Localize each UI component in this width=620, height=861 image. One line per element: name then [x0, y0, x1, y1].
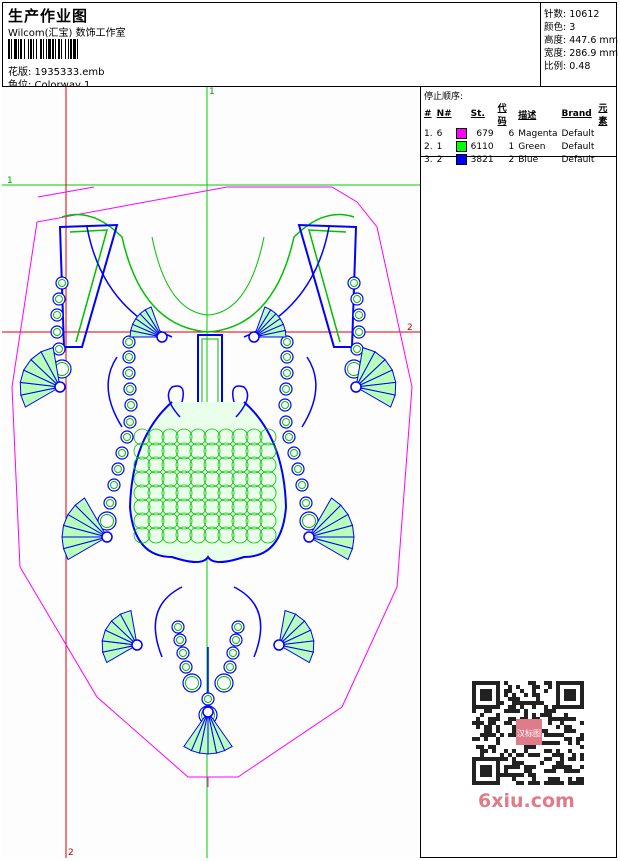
col-header: # — [424, 109, 432, 119]
col-header: 描述 — [518, 110, 537, 121]
col-header: St. — [470, 109, 485, 119]
design-canvas[interactable]: 1 1 2 2 — [2, 87, 421, 858]
embroidery-drawing: 1 1 2 2 — [2, 87, 420, 858]
guide-label: 1 — [209, 87, 215, 97]
stat-stitches: 针数: 10612 — [544, 9, 600, 20]
watermark-text: 6xiu.com — [478, 790, 575, 812]
element-cell — [596, 140, 617, 153]
stitch-count: 6110 — [470, 141, 494, 152]
color-swatch — [455, 154, 467, 165]
thread-brand: Default — [561, 141, 595, 152]
barcode — [8, 39, 138, 59]
thread-brand: Default — [561, 154, 595, 165]
color-description: Magenta — [518, 128, 558, 139]
qr-code: 汉标图 — [472, 681, 586, 785]
page-title: 生产作业图 — [8, 7, 89, 25]
needle-number: 2 — [436, 154, 443, 165]
element-cell — [596, 153, 617, 166]
stat-width: 宽度: 286.9 mm — [544, 48, 618, 59]
needle-number: 1 — [436, 141, 443, 152]
neckline-inner — [151, 236, 265, 316]
guide-label: 1 — [7, 176, 13, 186]
stop-sequence-table: # N# St. 代码 描述 Brand 元素 1. 6 679 6 Magen… — [422, 101, 617, 166]
stats-panel: 针数: 10612 颜色: 3 高度: 447.6 mm 宽度: 286.9 m… — [541, 2, 618, 87]
studio-name: Wilcom(汇宝) 数饰工作室 — [8, 28, 126, 39]
row-number: 1. — [424, 128, 433, 139]
color-code: 6 — [508, 128, 515, 139]
color-code: 1 — [508, 141, 515, 152]
swatch-header — [454, 101, 469, 127]
col-header: Brand — [561, 109, 592, 119]
stitch-count: 3821 — [470, 154, 494, 165]
guide-label: 2 — [68, 848, 74, 858]
guide-label: 2 — [407, 323, 413, 333]
header-panel: 生产作业图 Wilcom(汇宝) 数饰工作室 花版: 1935333.emb 色… — [2, 2, 541, 91]
color-swatch — [455, 141, 467, 152]
table-row: 3. 2 3821 2 Blue Default — [422, 153, 617, 166]
col-header: 代码 — [497, 104, 507, 127]
central-panel — [128, 401, 288, 563]
stat-colors: 颜色: 3 — [544, 22, 576, 33]
element-cell — [596, 127, 617, 140]
stop-sequence-panel: 停止顺序: # N# St. 代码 描述 Brand 元素 1. 6 679 6… — [421, 87, 617, 165]
thread-brand: Default — [561, 128, 595, 139]
row-number: 3. — [424, 154, 433, 165]
color-code: 2 — [508, 154, 515, 165]
stat-height: 高度: 447.6 mm — [544, 35, 618, 46]
lower-scrolls — [154, 586, 262, 658]
right-band-outline — [297, 223, 358, 348]
left-band-outline — [58, 223, 119, 348]
stitch-count: 679 — [476, 128, 494, 139]
col-header: N# — [436, 109, 452, 119]
color-description: Green — [518, 141, 546, 152]
col-header: 元素 — [598, 104, 608, 127]
qr-badge-text: 汉标图 — [517, 728, 541, 738]
color-swatch — [455, 128, 467, 139]
stat-scale: 比例: 0.48 — [544, 61, 591, 72]
row-number: 2. — [424, 141, 433, 152]
needle-number: 6 — [436, 128, 443, 139]
table-row: 1. 6 679 6 Magenta Default — [422, 127, 617, 140]
color-description: Blue — [518, 154, 539, 165]
table-row: 2. 1 6110 1 Green Default — [422, 140, 617, 153]
